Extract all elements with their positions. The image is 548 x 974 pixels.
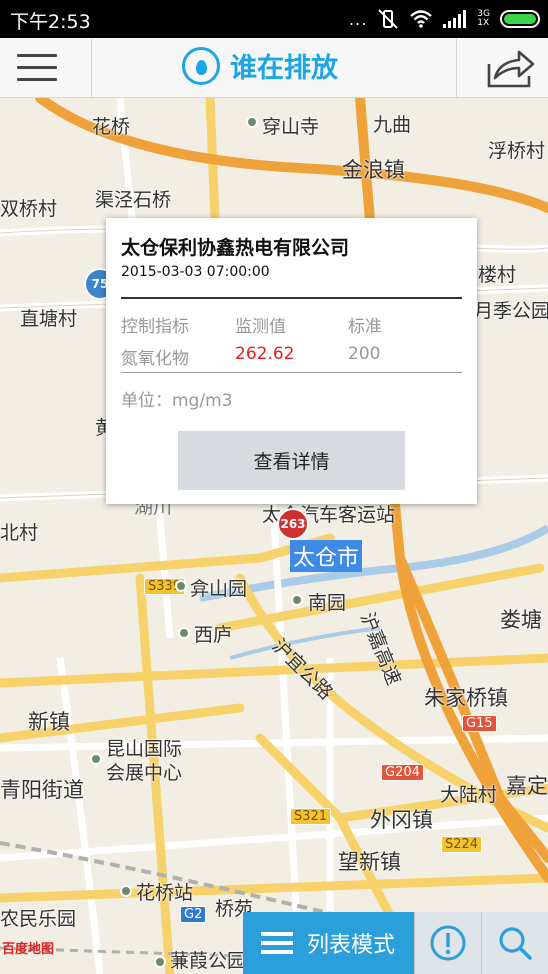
alert-button[interactable]	[414, 912, 481, 974]
place-label: 南园	[308, 592, 347, 614]
divider	[121, 297, 462, 299]
app-title-text: 谁在排放	[230, 53, 338, 84]
header-value: 监测值	[235, 317, 286, 337]
header-indicator: 控制指标	[121, 317, 189, 337]
notification-dots: ...	[349, 9, 368, 29]
place-label: 浮桥村	[488, 140, 546, 162]
place-label: 渠泾石桥	[95, 189, 172, 211]
status-icons: ... 3G 1X	[349, 8, 540, 30]
highway-shield: S321	[290, 808, 332, 825]
status-bar: 下午2:53 ... 3G 1X	[0, 0, 548, 38]
place-label: 嘉定	[506, 774, 548, 798]
wifi-icon	[410, 10, 433, 28]
menu-button[interactable]	[0, 38, 92, 98]
share-icon	[487, 50, 535, 88]
place-label: 花桥站	[136, 882, 194, 904]
indicator-name: 氮氧化物	[121, 349, 189, 369]
list-icon	[261, 932, 293, 954]
place-label: 新镇	[28, 710, 70, 734]
place-label: 月季公园	[474, 300, 548, 322]
train-station-icon	[120, 885, 132, 897]
place-label: 望新镇	[338, 850, 401, 874]
place-label: 娄塘	[500, 608, 542, 632]
highway-shield: S224	[441, 836, 483, 853]
highway-shield: G204	[381, 764, 424, 781]
info-popup: 太仓保利协鑫热电有限公司 2015-03-03 07:00:00 控制指标 监测…	[106, 218, 477, 504]
timestamp: 2015-03-03 07:00:00	[121, 264, 270, 280]
place-label: 花桥	[92, 116, 131, 138]
place-label: 金浪镇	[342, 158, 405, 182]
place-label: 昆山国际	[106, 738, 183, 760]
battery-icon	[500, 10, 540, 28]
place-label: 直塘村	[20, 308, 78, 330]
search-icon	[499, 927, 532, 960]
share-button[interactable]	[456, 38, 548, 98]
place-label: 农民乐园	[0, 908, 77, 930]
poi-icon	[291, 594, 303, 606]
place-label: 会展中心	[106, 762, 183, 784]
list-mode-label: 列表模式	[307, 933, 396, 958]
map-marker-selected[interactable]: 263	[277, 508, 309, 540]
place-label: 双桥村	[0, 198, 58, 220]
company-name: 太仓保利协鑫热电有限公司	[121, 237, 350, 259]
place-label: 弇山园	[190, 578, 248, 600]
list-mode-button[interactable]: 列表模式	[243, 912, 414, 974]
divider	[121, 372, 462, 373]
measured-value: 262.62	[235, 344, 295, 364]
place-label: 九曲	[373, 114, 412, 136]
place-label: 朱家桥镇	[424, 686, 508, 710]
network-type: 3G 1X	[477, 9, 490, 28]
place-label: 西庐	[194, 624, 233, 646]
app-header: 谁在排放	[0, 38, 548, 98]
poi-icon	[175, 580, 187, 592]
view-details-button[interactable]: 查看详情	[178, 431, 405, 490]
standard-value: 200	[348, 344, 381, 364]
highway-shield: G15	[462, 715, 497, 732]
bottom-toolbar: 列表模式	[243, 912, 548, 974]
highway-shield: G2	[180, 906, 207, 923]
place-label: 楼村	[478, 264, 517, 286]
place-label: 大陆村	[440, 784, 498, 806]
app-logo-icon	[182, 46, 220, 85]
poi-icon	[90, 753, 102, 765]
place-label: 蒹葭公园	[170, 950, 247, 972]
place-label: 穿山寺	[262, 116, 320, 138]
place-label: 北村	[0, 522, 39, 544]
exclamation-icon	[430, 925, 466, 961]
search-button[interactable]	[481, 912, 548, 974]
poi-icon	[246, 116, 258, 128]
map-attribution: 百度地图	[2, 942, 55, 957]
poi-icon	[178, 627, 190, 639]
city-label: 太仓市	[290, 540, 363, 572]
unit-label: 单位：mg/m3	[121, 391, 233, 411]
status-time: 下午2:53	[10, 11, 91, 33]
vibrate-off-icon	[378, 9, 399, 29]
app-title: 谁在排放	[182, 46, 338, 85]
place-label: 外冈镇	[370, 808, 433, 832]
place-label: 青阳街道	[0, 778, 84, 802]
poi-icon	[154, 956, 166, 968]
signal-icon	[443, 10, 467, 28]
header-standard: 标准	[348, 317, 382, 337]
